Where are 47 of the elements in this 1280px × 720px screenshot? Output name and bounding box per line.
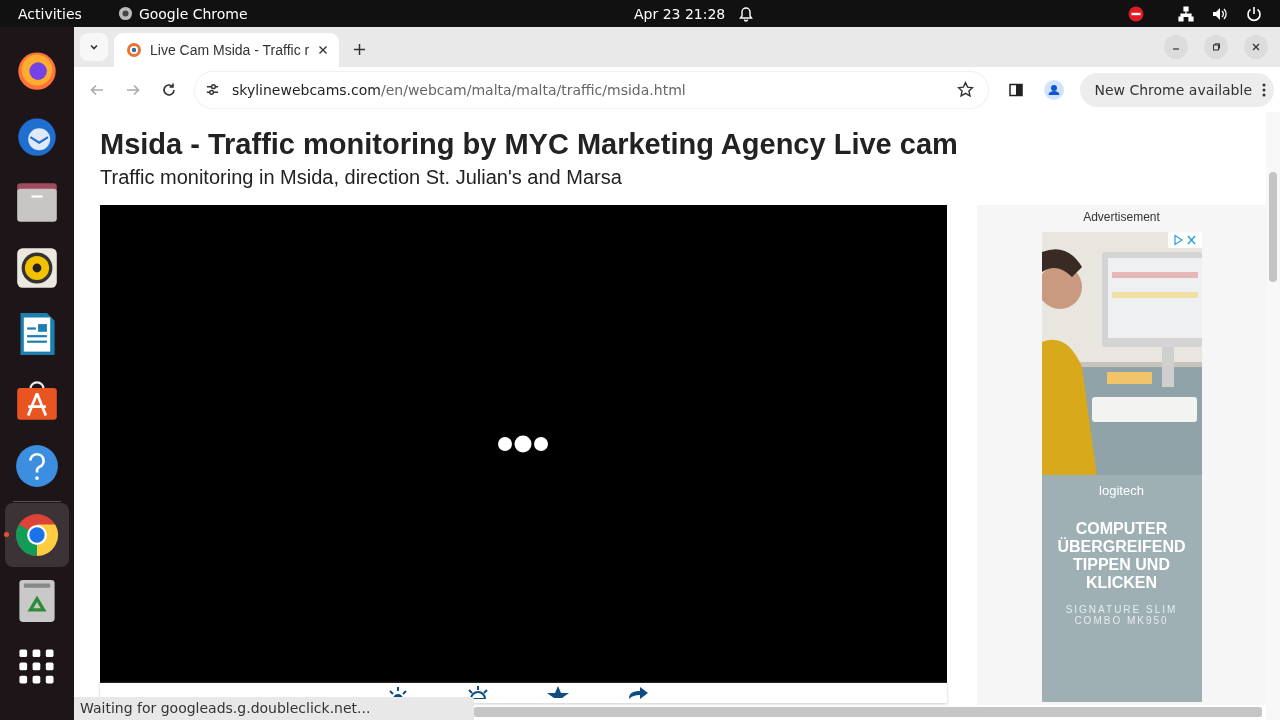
star-icon[interactable] <box>546 685 570 699</box>
site-favicon-icon <box>126 42 142 58</box>
url-text: skylinewebcams.com/en/webcam/malta/malta/traffic/msida.html <box>232 81 687 98</box>
restore-icon <box>1211 42 1221 52</box>
chrome-icon <box>15 513 59 557</box>
power-icon[interactable] <box>1246 5 1262 22</box>
reload-icon[interactable] <box>161 81 177 98</box>
horizontal-scrollbar[interactable] <box>474 707 1262 717</box>
profile-icon[interactable] <box>1044 79 1065 100</box>
bell-icon[interactable] <box>738 5 754 22</box>
chrome-icon <box>117 6 133 21</box>
site-settings-icon[interactable] <box>205 82 220 97</box>
scrollbar-thumb[interactable] <box>1269 172 1277 282</box>
clock[interactable]: Apr 23 21:28 <box>634 5 726 22</box>
dock-item[interactable] <box>13 442 61 490</box>
help-icon <box>15 444 59 488</box>
folder-icon <box>15 180 59 224</box>
ad-headline: COMPUTER ÜBERGREIFEND TIPPEN UND KLICKEN <box>1056 520 1187 592</box>
side-panel-icon[interactable] <box>1008 81 1025 98</box>
ad-product: SIGNATURE SLIM COMBO MK950 <box>1064 604 1179 626</box>
share-icon[interactable] <box>626 685 650 699</box>
do-not-disturb-icon[interactable] <box>1128 5 1144 22</box>
app-menu[interactable]: Google Chrome <box>117 5 248 22</box>
loading-spinner-icon <box>496 434 551 454</box>
address-bar[interactable]: skylinewebcams.com/en/webcam/malta/malta/traffic/msida.html <box>195 71 989 108</box>
status-bar: Waiting for googleads.g.doubleclick.net... <box>74 697 474 720</box>
activities-button[interactable]: Activities <box>18 5 82 22</box>
close-icon[interactable] <box>317 44 330 56</box>
ad-label: Advertisement <box>1083 210 1160 224</box>
page-subtitle: Traffic monitoring in Msida, direction St. Julian's and Marsa <box>100 166 623 189</box>
close-icon <box>1251 42 1261 52</box>
browser-tab[interactable]: Live Cam Msida - Traffic r <box>114 33 339 67</box>
sunrise-icon[interactable] <box>466 685 490 699</box>
restore-button[interactable] <box>1204 35 1228 59</box>
bookmark-star-icon[interactable] <box>957 81 975 98</box>
update-chrome-button[interactable]: New Chrome available <box>1080 72 1274 107</box>
ad-brand: logitech <box>1099 483 1144 498</box>
tab-title: Live Cam Msida - Traffic r <box>150 42 310 58</box>
new-tab-icon[interactable] <box>353 43 366 56</box>
speaker-icon <box>15 246 59 290</box>
ad-choices-icon[interactable] <box>1167 232 1202 248</box>
close-window-button[interactable] <box>1244 35 1268 59</box>
shopping-bag-icon <box>15 378 59 422</box>
more-options-icon <box>1262 81 1266 98</box>
page-title: Msida - Traffic monitoring by MYC Marketing Agency Live cam <box>100 128 959 161</box>
dock-item[interactable] <box>5 503 69 567</box>
network-icon[interactable] <box>1178 5 1194 22</box>
